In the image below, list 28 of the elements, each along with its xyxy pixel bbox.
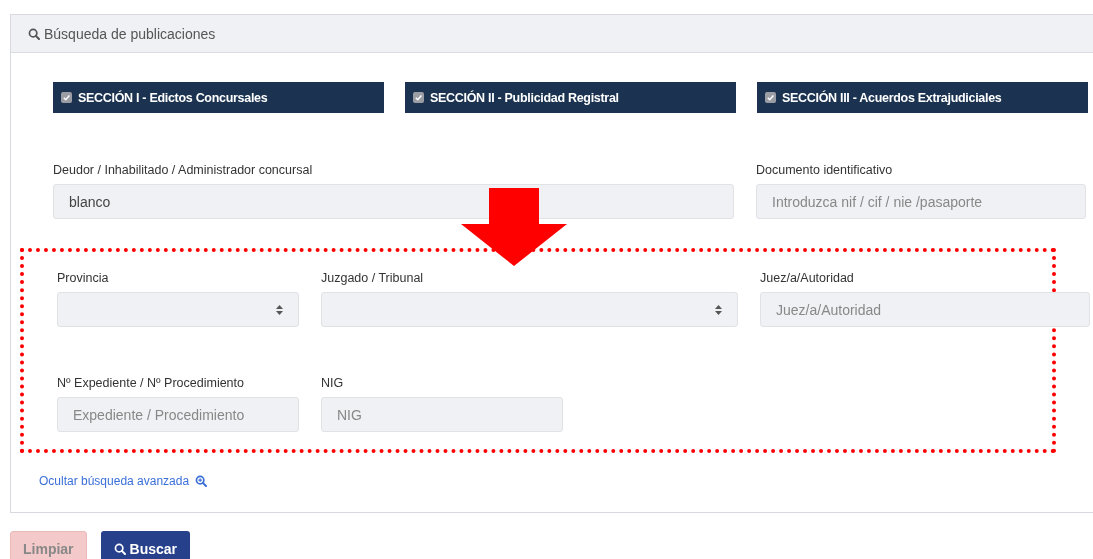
field-label: Juez/a/Autoridad [760, 271, 855, 285]
sort-arrows-icon [714, 304, 723, 316]
field-label: Juzgado / Tribunal [321, 271, 425, 285]
input-field[interactable]: Expediente / Procedimiento [57, 397, 299, 432]
advanced-search-link[interactable]: Ocultar búsqueda avanzada [39, 474, 208, 488]
checkbox[interactable] [765, 92, 776, 103]
checkbox[interactable] [413, 92, 424, 103]
section-checkbox[interactable]: SECCIÓN II - Publicidad Registral [405, 82, 736, 113]
field-label: Documento identificativo [756, 163, 894, 177]
input-field[interactable]: blanco [53, 184, 734, 219]
section-checkbox[interactable]: SECCIÓN III - Acuerdos Extrajudiciales [757, 82, 1088, 113]
input-field[interactable]: Introduzca nif / cif / nie /pasaporte [756, 184, 1086, 219]
select-field[interactable] [321, 292, 738, 327]
field-label: Provincia [57, 271, 110, 285]
field-label: Nº Expediente / Nº Procedimiento [57, 376, 245, 390]
field-label: NIG [321, 376, 345, 390]
search-icon [113, 542, 126, 555]
input-field[interactable]: NIG [321, 397, 563, 432]
panel-title: Búsqueda de publicaciones [44, 25, 216, 42]
sort-arrows-icon [275, 304, 284, 316]
section-checkbox[interactable]: SECCIÓN I - Edictos Concursales [53, 82, 384, 113]
checkbox[interactable] [61, 92, 72, 103]
field-label: Deudor / Inhabilitado / Administrador concursal [53, 163, 314, 177]
input-field[interactable]: Juez/a/Autoridad [760, 292, 1090, 327]
search-icon [28, 27, 40, 40]
search-button[interactable]: Buscar [100, 531, 191, 559]
select-field[interactable] [57, 292, 299, 327]
zoom-in-icon [195, 475, 208, 487]
